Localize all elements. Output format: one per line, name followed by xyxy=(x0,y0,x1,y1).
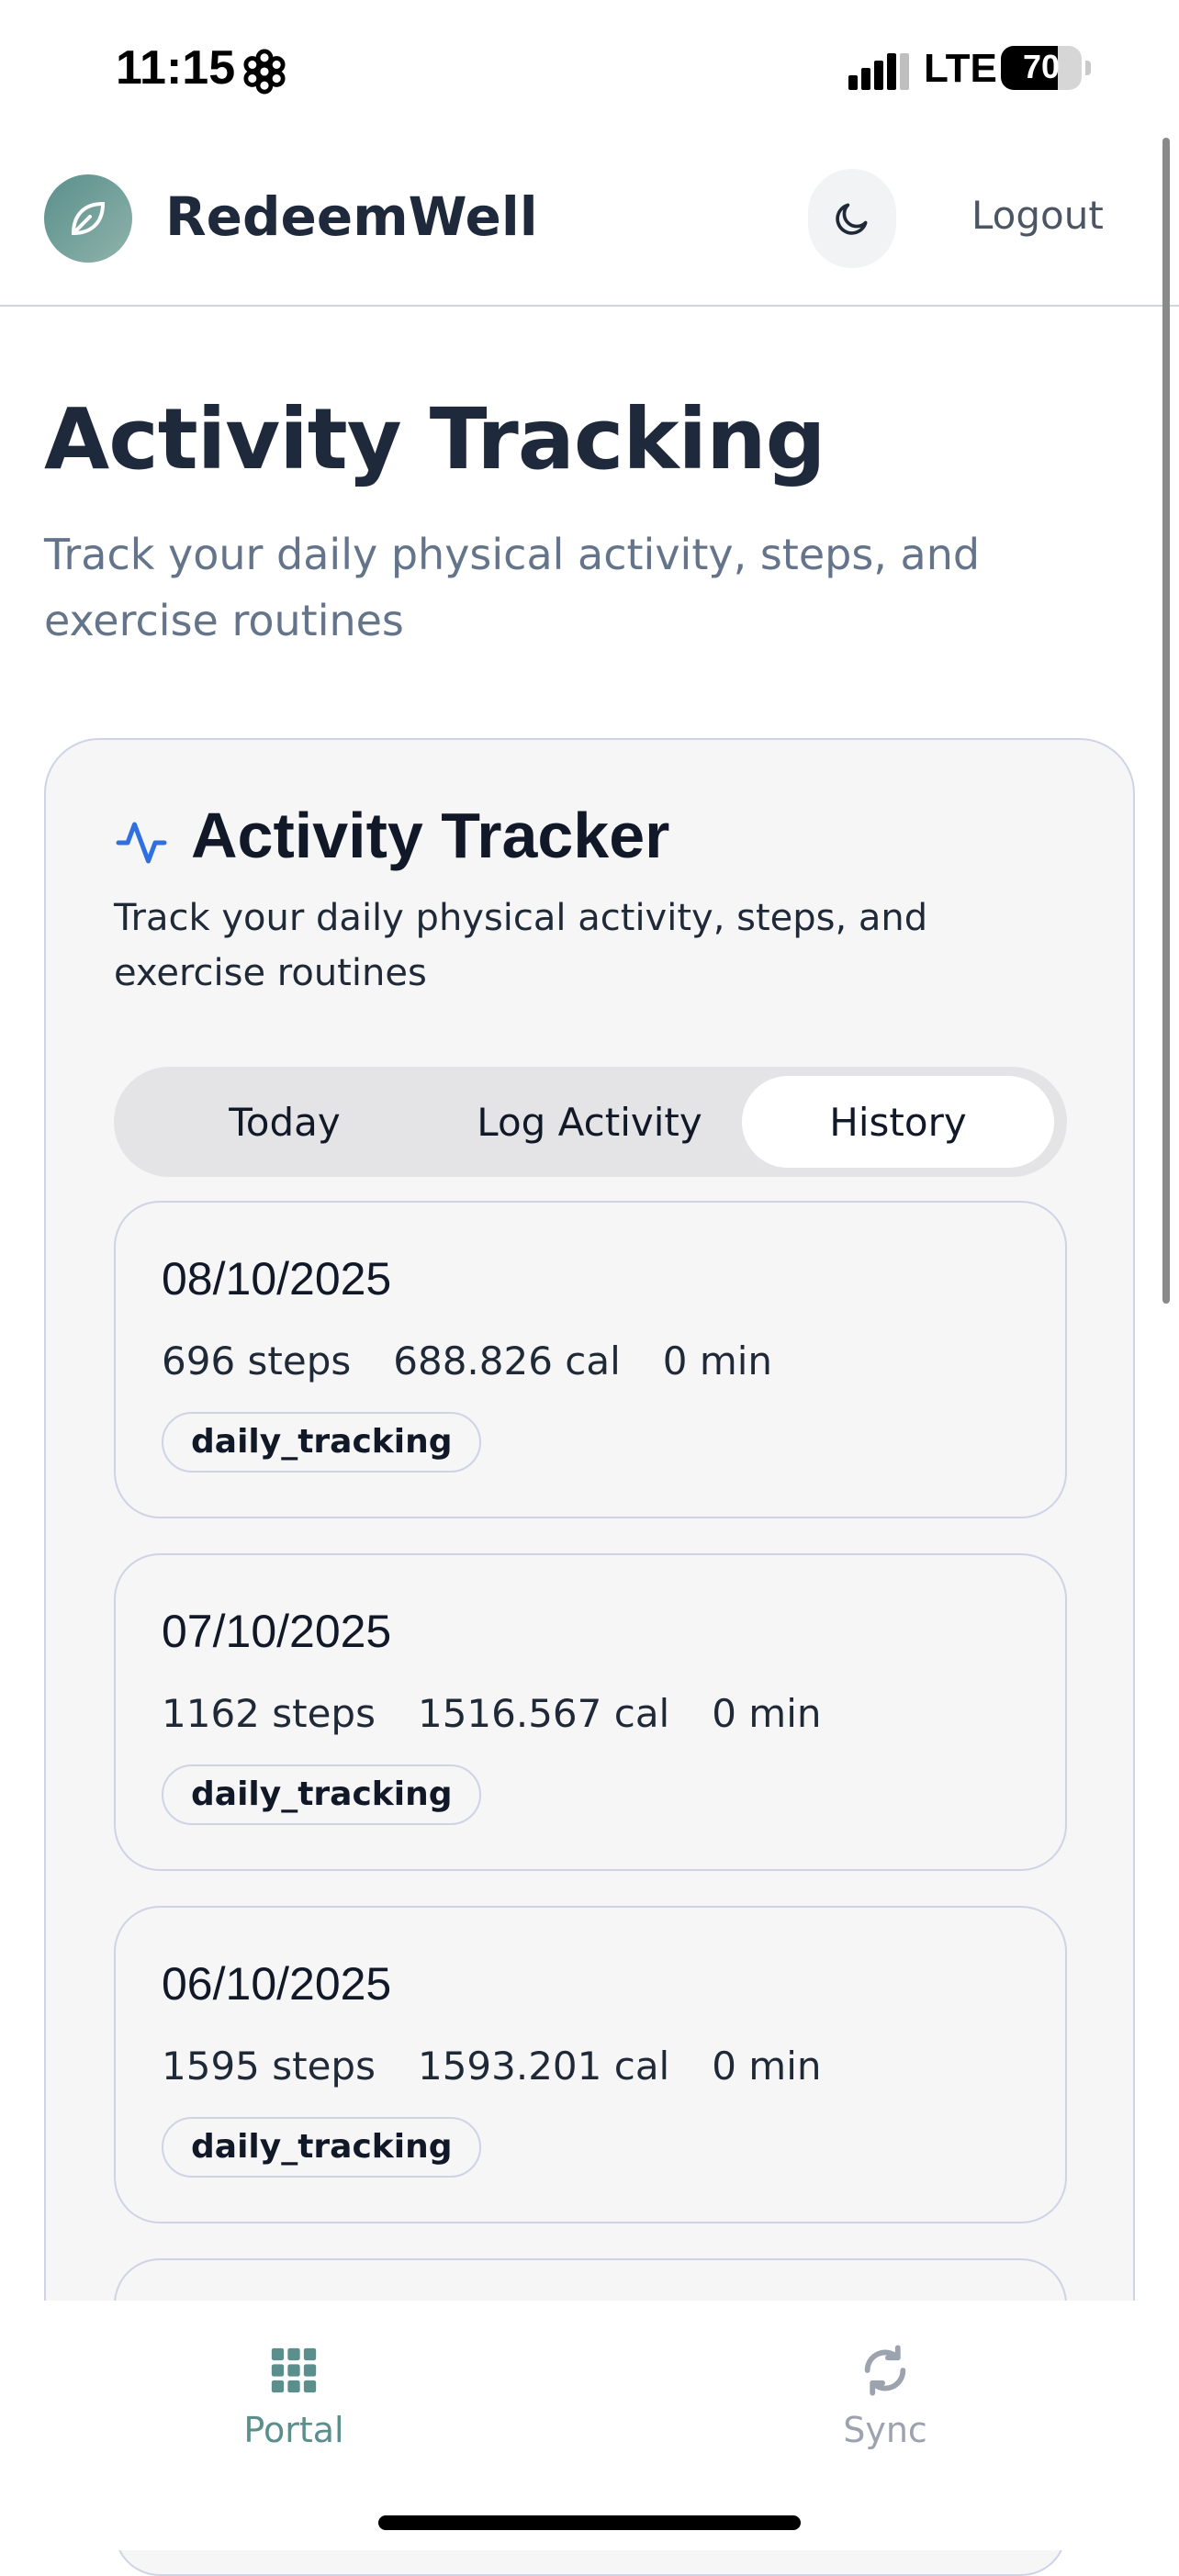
entry-date: 06/10/2025 xyxy=(162,1958,392,2010)
app-header: RedeemWell Logout xyxy=(0,138,1179,307)
moon-icon xyxy=(836,203,868,235)
status-bar: 11:15 LTE 70 xyxy=(0,0,1179,138)
nav-sync[interactable]: Sync xyxy=(793,2328,977,2466)
page-subtitle: Track your daily physical activity, step… xyxy=(44,530,981,645)
scrollbar[interactable] xyxy=(1162,138,1170,1304)
battery-nub xyxy=(1085,61,1091,75)
entry-calories: 1593.201 cal xyxy=(417,2044,670,2089)
entry-steps: 1595 steps xyxy=(162,2044,376,2089)
network-type: LTE xyxy=(924,46,997,91)
entry-duration: 0 min xyxy=(712,1691,822,1736)
entry-tag: daily_tracking xyxy=(162,1764,482,1825)
settings-gear-icon xyxy=(243,49,286,95)
entry-duration: 0 min xyxy=(662,1338,773,1383)
entry-stats: 1595 steps 1593.201 cal 0 min xyxy=(162,2044,864,2089)
activity-pulse-icon xyxy=(116,822,167,864)
entry-tag: daily_tracking xyxy=(162,1412,482,1473)
entry-stats: 1162 steps 1516.567 cal 0 min xyxy=(162,1691,864,1736)
logout-button[interactable]: Logout xyxy=(971,193,1104,238)
nav-sync-label: Sync xyxy=(843,2410,927,2450)
history-entry[interactable]: 07/10/2025 1162 steps 1516.567 cal 0 min d… xyxy=(114,1553,1067,1871)
brand-name: RedeemWell xyxy=(165,185,538,248)
tracker-title: Activity Tracker xyxy=(191,800,670,871)
battery-level: 70 xyxy=(1022,48,1061,85)
tracker-description: Track your daily physical activity, step… xyxy=(114,897,928,994)
signal-strength-icon xyxy=(848,53,909,90)
entry-steps: 696 steps xyxy=(162,1338,352,1383)
nav-portal[interactable]: Portal xyxy=(202,2328,386,2466)
status-time: 11:15 xyxy=(116,41,236,95)
entry-calories: 688.826 cal xyxy=(393,1338,621,1383)
entry-date: 07/10/2025 xyxy=(162,1606,392,1657)
nav-portal-label: Portal xyxy=(243,2410,344,2450)
entry-stats: 696 steps 688.826 cal 0 min xyxy=(162,1338,814,1383)
entry-calories: 1516.567 cal xyxy=(417,1691,670,1736)
entry-steps: 1162 steps xyxy=(162,1691,376,1736)
battery-icon: 70 xyxy=(1001,46,1082,90)
tab-today[interactable]: Today xyxy=(129,1076,441,1168)
bottom-nav: Portal Sync xyxy=(0,2301,1179,2550)
app-logo[interactable] xyxy=(44,174,132,263)
activity-tracker-card: Activity Tracker Track your daily physic… xyxy=(44,738,1135,2576)
entry-tag: daily_tracking xyxy=(162,2117,482,2178)
tab-history[interactable]: History xyxy=(742,1076,1054,1168)
history-entry[interactable]: 08/10/2025 696 steps 688.826 cal 0 min dai… xyxy=(114,1201,1067,1518)
leaf-icon xyxy=(71,201,106,236)
history-entry[interactable]: 06/10/2025 1595 steps 1593.201 cal 0 min d… xyxy=(114,1906,1067,2223)
sync-icon xyxy=(864,2345,906,2396)
tracker-tabs: Today Log Activity History xyxy=(114,1067,1067,1177)
home-indicator[interactable] xyxy=(378,2515,801,2530)
theme-toggle-button[interactable] xyxy=(808,169,896,268)
tab-log-activity[interactable]: Log Activity xyxy=(433,1076,746,1168)
entry-duration: 0 min xyxy=(712,2044,822,2089)
grid-icon xyxy=(271,2347,317,2393)
page-title: Activity Tracking xyxy=(44,390,825,488)
entry-date: 08/10/2025 xyxy=(162,1253,392,1305)
